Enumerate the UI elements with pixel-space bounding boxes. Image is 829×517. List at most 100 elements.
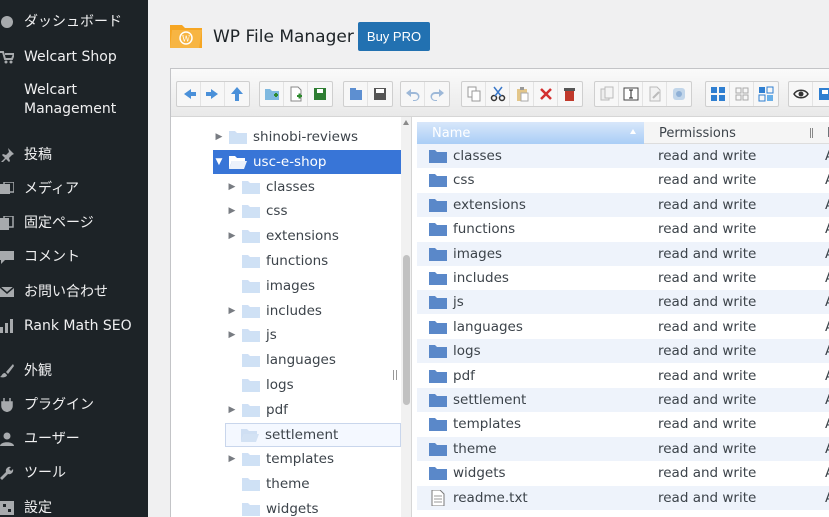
tree-item[interactable]: widgets	[226, 497, 401, 517]
expand-arrow-icon[interactable]: ▶	[213, 132, 225, 142]
scroll-thumb[interactable]	[403, 255, 410, 405]
duplicate-button[interactable]	[595, 82, 619, 106]
menu-settings[interactable]: 設定	[0, 498, 148, 517]
menu-label: Welcart Management	[24, 82, 117, 117]
file-row[interactable]: readme.txt read and write A	[417, 485, 829, 510]
pane-resize-handle[interactable]	[393, 370, 397, 380]
back-button[interactable]	[177, 82, 201, 106]
file-row[interactable]: extensions read and write A	[417, 192, 829, 217]
rename-button[interactable]	[619, 82, 643, 106]
delete-button[interactable]	[534, 82, 558, 106]
file-row[interactable]: images read and write A	[417, 241, 829, 266]
tree-item[interactable]: functions	[226, 249, 401, 273]
menu-pages[interactable]: 固定ページ	[0, 213, 148, 233]
tree-item[interactable]: images	[226, 274, 401, 298]
tree-item[interactable]: theme	[226, 472, 401, 496]
tree-item[interactable]: ▶ js	[226, 323, 401, 347]
menu-plugins[interactable]: プラグイン	[0, 395, 148, 415]
tree-item[interactable]: ▶ shinobi-reviews	[213, 125, 401, 149]
menu-dashboard[interactable]: ダッシュボード	[0, 12, 148, 32]
tree-item[interactable]: ▶ templates	[226, 447, 401, 471]
save-button[interactable]	[368, 82, 392, 106]
expand-arrow-icon[interactable]: ▶	[226, 306, 238, 316]
file-row[interactable]: languages read and write A	[417, 315, 829, 339]
file-permissions: read and write	[658, 172, 757, 189]
buy-pro-button[interactable]: Buy PRO	[358, 22, 430, 51]
mkfile-button[interactable]	[284, 82, 308, 106]
tree-item[interactable]: languages	[226, 348, 401, 372]
tree-item[interactable]: logs	[226, 373, 401, 397]
expand-arrow-icon[interactable]: ▶	[226, 330, 238, 340]
tree-item[interactable]: ▼ usc-e-shop	[213, 149, 402, 174]
expand-arrow-icon[interactable]: ▶	[226, 454, 238, 464]
mkdir-button[interactable]	[260, 82, 284, 106]
file-row[interactable]: theme read and write A	[417, 436, 829, 461]
menu-contact[interactable]: お問い合わせ	[0, 282, 148, 302]
file-row[interactable]: templates read and write A	[417, 412, 829, 436]
copy-button[interactable]	[462, 82, 486, 106]
file-permissions: read and write	[658, 294, 757, 311]
tree-scrollbar[interactable]	[401, 117, 411, 517]
redo-button[interactable]	[425, 82, 449, 106]
edit-button[interactable]	[643, 82, 667, 106]
up-button[interactable]	[225, 82, 249, 106]
upload-button[interactable]	[308, 82, 332, 106]
grid-view-button[interactable]	[706, 82, 730, 106]
file-row[interactable]: settlement read and write A	[417, 388, 829, 412]
file-row[interactable]: functions read and write A	[417, 217, 829, 241]
undo-button[interactable]	[401, 82, 425, 106]
file-row[interactable]: classes read and write A	[417, 144, 829, 168]
mail-icon	[0, 282, 24, 302]
file-row[interactable]: logs read and write A	[417, 339, 829, 364]
preview-button[interactable]	[789, 82, 813, 106]
open-button[interactable]	[344, 82, 368, 106]
menu-rank-math[interactable]: Rank Math SEO	[0, 316, 148, 336]
tree-item-label: extensions	[266, 228, 339, 245]
menu-welcart-shop[interactable]: Welcart Shop	[0, 47, 148, 67]
info-button[interactable]	[813, 82, 829, 106]
name-column-header[interactable]: Name	[417, 122, 644, 144]
toolbar-group	[400, 81, 450, 107]
list-view-button[interactable]	[754, 82, 778, 106]
menu-label: ダッシュボード	[24, 13, 122, 30]
collapse-arrow-icon[interactable]: ▼	[213, 157, 225, 167]
column-resize-handle[interactable]	[810, 128, 813, 138]
paste-button[interactable]	[510, 82, 534, 106]
folder-icon	[242, 279, 260, 293]
expand-arrow-icon[interactable]: ▶	[226, 405, 238, 415]
menu-media[interactable]: メディア	[0, 179, 148, 199]
file-permissions: read and write	[658, 148, 757, 164]
folder-icon	[242, 452, 260, 467]
file-row[interactable]: widgets read and write A	[417, 461, 829, 485]
tree-item[interactable]: ▶ includes	[226, 299, 401, 323]
menu-label: ユーザー	[24, 430, 80, 447]
tree-item-label: shinobi-reviews	[253, 129, 359, 145]
tree-item[interactable]: ▶ pdf	[226, 398, 401, 422]
scroll-up-arrow-icon[interactable]	[403, 120, 409, 125]
file-row[interactable]: js read and write A	[417, 290, 829, 315]
tree-item[interactable]: ▶ classes	[226, 175, 401, 199]
expand-arrow-icon[interactable]: ▶	[226, 182, 238, 192]
menu-welcart-management[interactable]: Welcart Management	[0, 81, 148, 119]
menu-posts[interactable]: 投稿	[0, 145, 148, 165]
menu-comments[interactable]: コメント	[0, 247, 148, 267]
cut-button[interactable]	[486, 82, 510, 106]
file-row[interactable]: includes read and write A	[417, 266, 829, 290]
empty-button[interactable]	[558, 82, 582, 106]
resize-button[interactable]	[667, 82, 691, 106]
file-row[interactable]: css read and write A	[417, 168, 829, 192]
permissions-column-header[interactable]: Permissions	[659, 122, 736, 144]
menu-users[interactable]: ユーザー	[0, 429, 148, 449]
tree-item[interactable]: ▶ extensions	[226, 224, 401, 248]
expand-arrow-icon[interactable]: ▶	[226, 231, 238, 241]
expand-arrow-icon[interactable]: ▶	[226, 206, 238, 216]
menu-appearance[interactable]: 外観	[0, 361, 148, 381]
tree-item[interactable]: settlement	[225, 422, 401, 447]
forward-button[interactable]	[201, 82, 225, 106]
tree-item[interactable]: ▶ css	[226, 199, 401, 223]
file-row[interactable]: pdf read and write A	[417, 364, 829, 388]
icons-view-button[interactable]	[730, 82, 754, 106]
menu-tools[interactable]: ツール	[0, 463, 148, 483]
cart-icon	[0, 47, 24, 67]
file-permissions: read and write	[658, 392, 757, 408]
